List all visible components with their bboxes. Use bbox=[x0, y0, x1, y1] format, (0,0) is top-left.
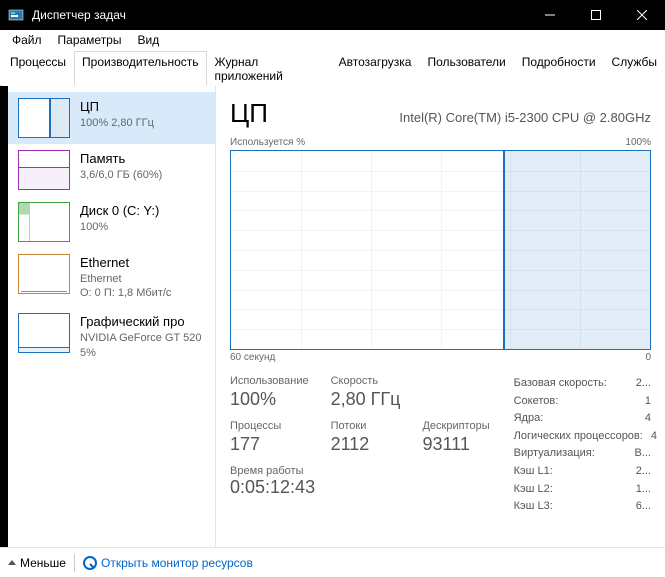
l3-label: Кэш L3: bbox=[514, 498, 553, 516]
window-title: Диспетчер задач bbox=[32, 8, 527, 22]
gpu-sub1: NVIDIA GeForce GT 520 bbox=[80, 331, 201, 346]
sidebar-item-memory[interactable]: Память 3,6/6,0 ГБ (60%) bbox=[8, 144, 215, 196]
value-speed: 2,80 ГГц bbox=[331, 389, 401, 410]
chart-label-top-right: 100% bbox=[625, 137, 651, 148]
gpu-title: Графический про bbox=[80, 313, 201, 331]
cpu-thumb bbox=[18, 98, 70, 138]
disk-thumb bbox=[18, 202, 70, 242]
close-button[interactable] bbox=[619, 0, 665, 30]
tab-details[interactable]: Подробности bbox=[514, 51, 604, 86]
virt-value: В... bbox=[634, 445, 651, 463]
sidebar-item-ethernet[interactable]: Ethernet Ethernet О: 0 П: 1,8 Мбит/с bbox=[8, 248, 215, 307]
menu-options[interactable]: Параметры bbox=[50, 31, 130, 49]
value-handles: 93111 bbox=[422, 434, 489, 455]
disk-title: Диск 0 (C: Y:) bbox=[80, 202, 159, 220]
cores-value: 4 bbox=[645, 410, 651, 428]
minimize-button[interactable] bbox=[527, 0, 573, 30]
sidebar-item-cpu[interactable]: ЦП 100% 2,80 ГГц bbox=[8, 92, 215, 144]
sockets-value: 1 bbox=[645, 393, 651, 411]
cpu-model-name: Intel(R) Core(TM) i5-2300 CPU @ 2.80GHz bbox=[399, 110, 651, 125]
sidebar: ЦП 100% 2,80 ГГц Память 3,6/6,0 ГБ (60%)… bbox=[8, 86, 216, 547]
footer: Меньше Открыть монитор ресурсов bbox=[0, 547, 665, 577]
cpu-title: ЦП bbox=[80, 98, 154, 116]
ethernet-title: Ethernet bbox=[80, 254, 171, 272]
label-usage: Использование bbox=[230, 375, 309, 387]
l2-value: 1... bbox=[636, 481, 651, 499]
ethernet-thumb bbox=[18, 254, 70, 294]
window-buttons bbox=[527, 0, 665, 30]
virt-label: Виртуализация: bbox=[514, 445, 595, 463]
chevron-up-icon bbox=[8, 560, 16, 565]
value-uptime: 0:05:12:43 bbox=[230, 477, 490, 498]
label-handles: Дескрипторы bbox=[422, 420, 489, 432]
base-speed-value: 2... bbox=[636, 375, 651, 393]
label-processes: Процессы bbox=[230, 420, 309, 432]
maximize-button[interactable] bbox=[573, 0, 619, 30]
resource-monitor-icon bbox=[83, 556, 97, 570]
base-speed-label: Базовая скорость: bbox=[514, 375, 607, 393]
chart-labels-top: Используется % 100% bbox=[230, 137, 651, 148]
value-threads: 2112 bbox=[331, 434, 401, 455]
cpu-usage-chart[interactable] bbox=[230, 150, 651, 350]
gpu-thumb bbox=[18, 313, 70, 353]
tab-app-history[interactable]: Журнал приложений bbox=[207, 51, 331, 86]
menu-view[interactable]: Вид bbox=[129, 31, 167, 49]
chart-fill bbox=[503, 151, 650, 349]
l2-label: Кэш L2: bbox=[514, 481, 553, 499]
open-resource-monitor-label: Открыть монитор ресурсов bbox=[101, 556, 253, 570]
titlebar: Диспетчер задач bbox=[0, 0, 665, 30]
memory-title: Память bbox=[80, 150, 162, 168]
tab-users[interactable]: Пользователи bbox=[419, 51, 513, 86]
tab-services[interactable]: Службы bbox=[604, 51, 665, 86]
fewer-details-label: Меньше bbox=[20, 556, 66, 570]
logical-value: 4 bbox=[651, 428, 657, 446]
label-uptime: Время работы bbox=[230, 465, 490, 477]
l1-value: 2... bbox=[636, 463, 651, 481]
cpu-sub: 100% 2,80 ГГц bbox=[80, 116, 154, 131]
memory-thumb bbox=[18, 150, 70, 190]
sidebar-item-disk[interactable]: Диск 0 (C: Y:) 100% bbox=[8, 196, 215, 248]
content: ЦП 100% 2,80 ГГц Память 3,6/6,0 ГБ (60%)… bbox=[0, 86, 665, 547]
detail-title: ЦП bbox=[230, 98, 268, 129]
tab-startup[interactable]: Автозагрузка bbox=[331, 51, 420, 86]
footer-divider bbox=[74, 554, 75, 572]
stats-left-block: Использование Скорость 100% 2,80 ГГц Про… bbox=[230, 375, 490, 516]
tabs: Процессы Производительность Журнал прило… bbox=[0, 50, 665, 86]
menubar: Файл Параметры Вид bbox=[0, 30, 665, 50]
disk-sub: 100% bbox=[80, 220, 159, 235]
chart-labels-bottom: 60 секунд 0 bbox=[230, 352, 651, 363]
tab-processes[interactable]: Процессы bbox=[2, 51, 74, 86]
l1-label: Кэш L1: bbox=[514, 463, 553, 481]
gpu-sub2: 5% bbox=[80, 346, 201, 361]
fewer-details-button[interactable]: Меньше bbox=[8, 556, 66, 570]
menu-file[interactable]: Файл bbox=[4, 31, 50, 49]
value-usage: 100% bbox=[230, 389, 309, 410]
sidebar-item-gpu[interactable]: Графический про NVIDIA GeForce GT 520 5% bbox=[8, 307, 215, 366]
label-threads: Потоки bbox=[331, 420, 401, 432]
sockets-label: Сокетов: bbox=[514, 393, 559, 411]
chart-label-bottom-right: 0 bbox=[645, 352, 651, 363]
ethernet-sub2: О: 0 П: 1,8 Мбит/с bbox=[80, 286, 171, 301]
app-icon bbox=[8, 7, 24, 23]
ethernet-sub1: Ethernet bbox=[80, 272, 171, 287]
logical-label: Логических процессоров: bbox=[514, 428, 643, 446]
label-speed: Скорость bbox=[331, 375, 401, 387]
left-dark-strip bbox=[0, 86, 8, 547]
memory-sub: 3,6/6,0 ГБ (60%) bbox=[80, 168, 162, 183]
value-processes: 177 bbox=[230, 434, 309, 455]
detail-header: ЦП Intel(R) Core(TM) i5-2300 CPU @ 2.80G… bbox=[230, 98, 651, 129]
chart-label-top-left: Используется % bbox=[230, 137, 305, 148]
tab-performance[interactable]: Производительность bbox=[74, 51, 206, 86]
detail-pane: ЦП Intel(R) Core(TM) i5-2300 CPU @ 2.80G… bbox=[216, 86, 665, 547]
l3-value: 6... bbox=[636, 498, 651, 516]
chart-label-bottom-left: 60 секунд bbox=[230, 352, 275, 363]
stats-right-block: Базовая скорость: 2... Сокетов: 1 Ядра: 4 Л… bbox=[514, 375, 651, 516]
cores-label: Ядра: bbox=[514, 410, 544, 428]
stats: Использование Скорость 100% 2,80 ГГц Про… bbox=[230, 375, 651, 516]
open-resource-monitor-link[interactable]: Открыть монитор ресурсов bbox=[83, 556, 253, 570]
